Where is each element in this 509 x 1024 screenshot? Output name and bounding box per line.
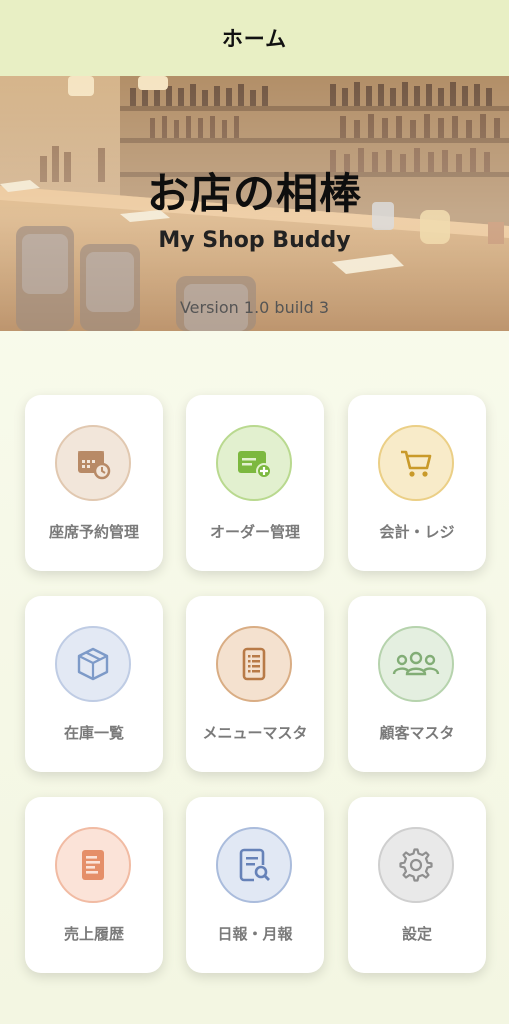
menu-tile-menu-master[interactable]: メニューマスタ: [186, 596, 324, 772]
tile-icon-circle: [55, 626, 131, 702]
menu-tile-inventory[interactable]: 在庫一覧: [25, 596, 163, 772]
tile-icon-circle: [216, 425, 292, 501]
sales-document-icon: [82, 850, 104, 880]
menu-tile-settings[interactable]: 設定: [348, 797, 486, 973]
calendar-clock-icon: [78, 451, 111, 480]
tile-label: 日報・月報: [217, 925, 293, 943]
tile-icon-circle: [55, 827, 131, 903]
menu-list-icon: [242, 647, 266, 681]
customers-icon: [392, 651, 440, 676]
order-add-icon: [238, 451, 272, 479]
tile-icon-circle: [378, 827, 454, 903]
menu-tile-seat-reservation[interactable]: 座席予約管理: [25, 395, 163, 571]
shopping-cart-icon: [401, 450, 432, 477]
gear-icon: [399, 848, 433, 882]
tile-label: メニューマスタ: [202, 724, 308, 742]
menu-grid: 座席予約管理 オーダー管理 会計・レジ 在庫一覧 メニューマスタ 顧客マスタ 売…: [0, 0, 509, 1024]
menu-tile-sales-history[interactable]: 売上履歴: [25, 797, 163, 973]
tile-icon-circle: [216, 827, 292, 903]
menu-tile-order-management[interactable]: オーダー管理: [186, 395, 324, 571]
menu-tile-customer-master[interactable]: 顧客マスタ: [348, 596, 486, 772]
tile-label: 会計・レジ: [379, 523, 455, 541]
tile-icon-circle: [378, 626, 454, 702]
menu-tile-checkout[interactable]: 会計・レジ: [348, 395, 486, 571]
menu-tile-daily-monthly-report[interactable]: 日報・月報: [186, 797, 324, 973]
report-search-icon: [239, 848, 270, 882]
tile-icon-circle: [55, 425, 131, 501]
tile-label: 在庫一覧: [63, 724, 124, 742]
tile-icon-circle: [216, 626, 292, 702]
tile-icon-circle: [378, 425, 454, 501]
tile-label: 座席予約管理: [48, 523, 139, 541]
tile-label: 設定: [401, 925, 432, 943]
tile-label: 売上履歴: [63, 925, 124, 943]
tile-label: 顧客マスタ: [379, 724, 455, 742]
tile-label: オーダー管理: [209, 523, 300, 541]
box-icon: [77, 647, 109, 681]
